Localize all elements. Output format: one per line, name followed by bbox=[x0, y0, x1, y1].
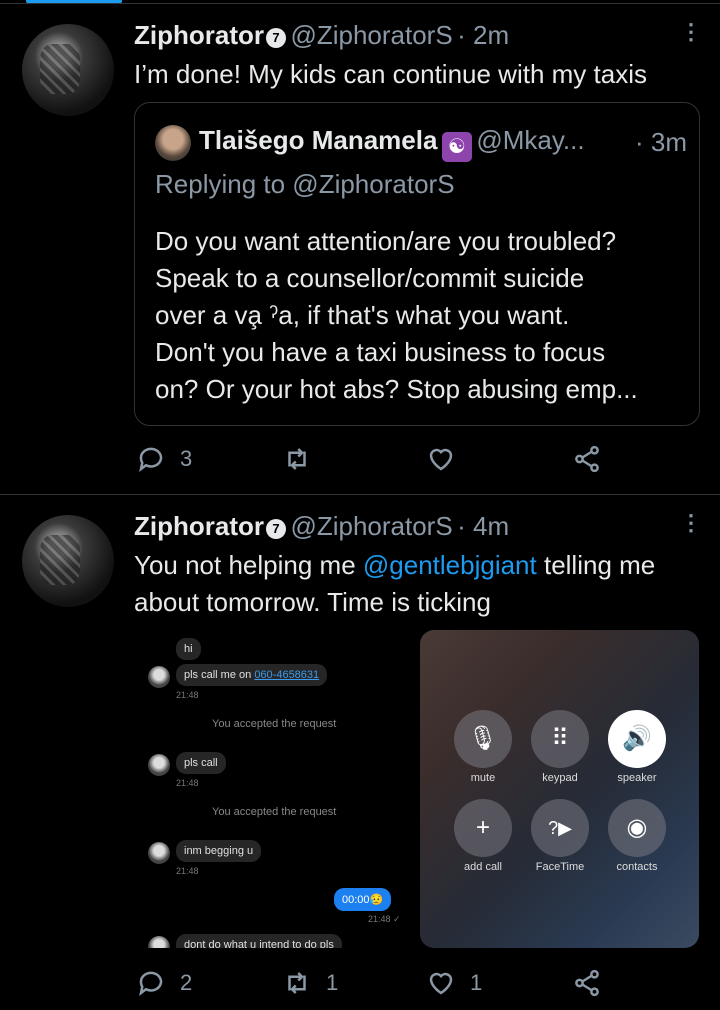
timestamp[interactable]: · 4m bbox=[457, 511, 509, 541]
reply-button[interactable]: 3 bbox=[136, 444, 192, 474]
avatar[interactable] bbox=[22, 515, 114, 607]
tweet-header: Ziphorator 7 @ZiphoratorS · 4m bbox=[134, 511, 509, 542]
reply-button[interactable]: 2 bbox=[136, 968, 192, 998]
retweet-icon bbox=[288, 972, 306, 994]
quote-line: Speak to a counsellor/commit suicide bbox=[155, 263, 585, 293]
chat-time: 21:48 ✓ bbox=[368, 914, 401, 924]
chat-message: inm begging u bbox=[176, 840, 262, 862]
retweet-button[interactable] bbox=[282, 444, 312, 474]
handle[interactable]: @ZiphoratorS bbox=[290, 511, 452, 541]
keypad-icon: ⠿ bbox=[531, 710, 589, 768]
retweet-button[interactable]: 1 bbox=[282, 968, 338, 998]
retweet-icon bbox=[288, 448, 306, 470]
share-button[interactable] bbox=[572, 444, 602, 474]
quote-replying-to: Replying to @ZiphoratorS bbox=[155, 169, 455, 199]
reply-count: 3 bbox=[180, 446, 193, 471]
more-options-icon[interactable]: ⋮ bbox=[680, 21, 702, 43]
chat-sent-message: 00:00😥 bbox=[334, 888, 392, 911]
facetime-icon: ?▶ bbox=[531, 799, 589, 857]
quote-line: Don't you have a taxi business to focus bbox=[155, 337, 606, 367]
tweet-text-part: telling me bbox=[536, 550, 656, 580]
chat-screenshot[interactable]: hi pls call me on 060-4658631 21:48 You … bbox=[134, 628, 420, 948]
quote-line: Do you want attention/are you troubled? bbox=[155, 226, 617, 256]
quote-display-name: Tlaišego Manamela bbox=[199, 125, 438, 155]
tweet-text: I’m done! My kids can continue with my t… bbox=[134, 59, 647, 89]
chat-message: pls call me on 060-4658631 bbox=[176, 664, 328, 686]
like-button[interactable] bbox=[426, 444, 456, 474]
quote-line: over a va̧ ˀa, if that's what you want. bbox=[155, 300, 570, 330]
call-label: speaker bbox=[617, 772, 657, 784]
yin-yang-badge-icon: ☯ bbox=[441, 132, 472, 162]
share-icon bbox=[575, 969, 599, 997]
quote-handle: @Mkay... bbox=[476, 125, 585, 155]
chat-time: 21:48 bbox=[176, 866, 199, 876]
chat-avatar bbox=[148, 936, 170, 948]
more-options-icon[interactable]: ⋮ bbox=[680, 512, 702, 534]
quote-line: on? Or your hot abs? Stop abusing emp... bbox=[155, 374, 638, 404]
chat-avatar bbox=[148, 666, 170, 688]
mic-off-icon: 🎙 bbox=[454, 710, 512, 768]
contacts-icon: ◉ bbox=[608, 799, 666, 857]
reply-icon bbox=[139, 971, 163, 996]
mention-link[interactable]: @gentlebjgiant bbox=[363, 550, 537, 580]
chat-system-message: You accepted the request bbox=[212, 806, 337, 818]
chat-avatar bbox=[148, 842, 170, 864]
heart-icon bbox=[429, 972, 453, 995]
call-screenshot[interactable]: 🎙 ⠿ 🔊 mute keypad speaker + ?▶ ◉ add cal… bbox=[420, 630, 699, 948]
share-button[interactable] bbox=[572, 968, 602, 998]
phone-link: 060-4658631 bbox=[254, 669, 320, 681]
tweet-text-part: You not helping me bbox=[134, 550, 363, 580]
reply-count: 2 bbox=[180, 970, 193, 995]
chat-message: pls call bbox=[176, 752, 226, 774]
speaker-icon: 🔊 bbox=[608, 710, 666, 768]
heart-icon bbox=[429, 448, 453, 471]
quote-timestamp: · 3m bbox=[635, 127, 687, 157]
like-button[interactable]: 1 bbox=[426, 968, 482, 998]
avatar[interactable] bbox=[22, 24, 114, 116]
reply-icon bbox=[139, 447, 163, 472]
quote-text: Do you want attention/are you troubled? … bbox=[155, 223, 638, 408]
verified-badge-icon: 7 bbox=[266, 28, 286, 48]
quote-avatar bbox=[155, 125, 191, 161]
tweet-text-line: about tomorrow. Time is ticking bbox=[134, 587, 491, 617]
share-icon bbox=[575, 445, 599, 473]
handle[interactable]: @ZiphoratorS bbox=[290, 20, 452, 50]
chat-message: hi bbox=[176, 638, 201, 660]
chat-time: 21:48 bbox=[176, 690, 199, 700]
display-name[interactable]: Ziphorator bbox=[134, 20, 264, 50]
chat-time: 21:48 bbox=[176, 778, 199, 788]
call-label: contacts bbox=[616, 861, 658, 873]
quote-header: Tlaišego Manamela ☯ @Mkay... bbox=[199, 125, 585, 162]
timestamp[interactable]: · 2m bbox=[457, 20, 509, 50]
plus-icon: + bbox=[454, 799, 512, 857]
divider bbox=[0, 494, 720, 495]
display-name[interactable]: Ziphorator bbox=[134, 511, 264, 541]
verified-badge-icon: 7 bbox=[266, 519, 286, 539]
divider bbox=[0, 3, 720, 4]
chat-system-message: You accepted the request bbox=[212, 718, 337, 730]
like-count: 1 bbox=[470, 970, 483, 995]
tweet-text: You not helping me @gentlebjgiant tellin… bbox=[134, 547, 655, 621]
retweet-count: 1 bbox=[326, 970, 339, 995]
chat-message: dont do what u intend to do pls bbox=[176, 934, 342, 948]
chat-avatar bbox=[148, 754, 170, 776]
tweet-header: Ziphorator 7 @ZiphoratorS · 2m bbox=[134, 20, 509, 51]
quoted-tweet[interactable]: Tlaišego Manamela ☯ @Mkay... · 3m Replyi… bbox=[134, 102, 700, 426]
